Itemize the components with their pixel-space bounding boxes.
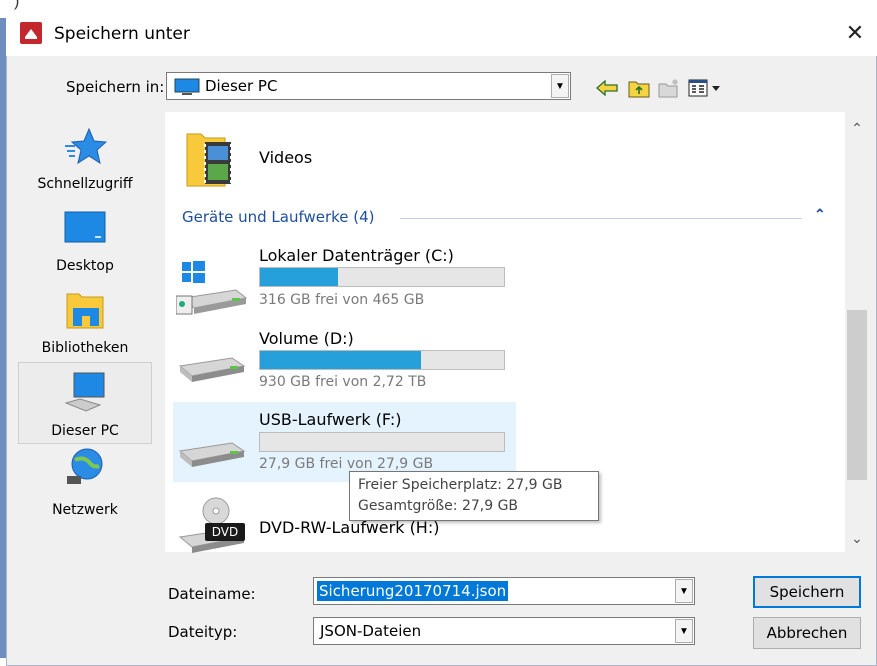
windows-drive-icon (175, 258, 248, 318)
save-button[interactable]: Speichern (753, 576, 861, 608)
usb-drive-icon (176, 437, 248, 471)
place-desktop[interactable]: Desktop (18, 204, 152, 288)
filetype-dropdown[interactable]: JSON-Dateien ▼ (313, 617, 695, 645)
hard-drive-icon (176, 352, 248, 386)
computer-icon (64, 371, 108, 412)
tooltip-total-size: Gesamtgröße: 27,9 GB (358, 498, 519, 514)
save-in-label: Speichern in: (66, 78, 165, 96)
group-header[interactable]: Geräte und Laufwerke (4) (182, 208, 375, 226)
group-divider (400, 218, 802, 219)
place-this-pc[interactable]: Dieser PC (18, 362, 152, 444)
save-in-dropdown[interactable]: Dieser PC ▼ (166, 72, 571, 100)
close-icon[interactable]: ✕ (836, 16, 874, 50)
filename-label: Dateiname: (168, 585, 256, 603)
chevron-down-icon[interactable]: ▼ (551, 74, 569, 98)
save-in-value: Dieser PC (205, 77, 278, 95)
drive-usage-bar (259, 350, 505, 370)
place-quick-access[interactable]: Schnellzugriff (18, 116, 152, 204)
up-folder-icon[interactable] (626, 75, 652, 101)
scroll-down-icon[interactable]: ⌄ (845, 530, 869, 547)
drive-free-space: 316 GB frei von 465 GB (259, 292, 425, 308)
chevron-up-icon[interactable]: ⌃ (814, 206, 826, 223)
background-text-fragment: ) (0, 0, 877, 14)
new-folder-icon[interactable] (656, 75, 682, 101)
star-icon (63, 126, 108, 166)
app-icon (20, 22, 42, 44)
filename-input[interactable]: Sicherung20170714.json ▼ (313, 577, 695, 605)
place-network[interactable]: Netzwerk (18, 446, 152, 526)
vertical-scrollbar[interactable]: ⌃ ⌄ (845, 112, 869, 552)
list-item[interactable] (185, 128, 241, 190)
library-icon (63, 288, 107, 329)
chevron-down-icon[interactable]: ▼ (675, 579, 693, 603)
drive-name[interactable]: USB-Laufwerk (F:) (259, 410, 402, 429)
dvd-badge: DVD (205, 523, 245, 541)
drive-usage-bar (259, 267, 505, 287)
drive-free-space: 27,9 GB frei von 27,9 GB (259, 456, 434, 472)
place-libraries[interactable]: Bibliotheken (18, 288, 152, 364)
monitor-icon (173, 78, 201, 101)
drive-name[interactable]: Lokaler Datenträger (C:) (259, 246, 454, 265)
drive-usage-bar (259, 432, 505, 452)
chevron-down-icon[interactable]: ▼ (675, 619, 693, 643)
cancel-button[interactable]: Abbrechen (753, 617, 861, 649)
scroll-up-icon[interactable]: ⌃ (845, 120, 869, 137)
places-bar: Schnellzugriff Desktop Bibliotheken Dies… (16, 116, 156, 546)
desktop-icon (63, 210, 107, 250)
scrollbar-thumb[interactable] (847, 310, 867, 480)
window-title: Speichern unter (54, 24, 190, 44)
filetype-label: Dateityp: (168, 623, 238, 641)
drive-name[interactable]: Volume (D:) (259, 329, 354, 348)
drive-free-space: 930 GB frei von 2,72 TB (259, 374, 427, 390)
filename-value: Sicherung20170714.json (317, 581, 509, 601)
view-menu-icon[interactable] (686, 75, 726, 101)
network-globe-icon (63, 446, 107, 486)
tooltip-free-space: Freier Speicherplatz: 27,9 GB (358, 477, 563, 493)
back-arrow-icon[interactable] (594, 75, 620, 101)
drive-tooltip: Freier Speicherplatz: 27,9 GB Gesamtgröß… (349, 471, 599, 521)
filetype-value: JSON-Dateien (320, 622, 422, 640)
folder-name[interactable]: Videos (259, 148, 312, 167)
videos-folder-icon (185, 133, 241, 194)
